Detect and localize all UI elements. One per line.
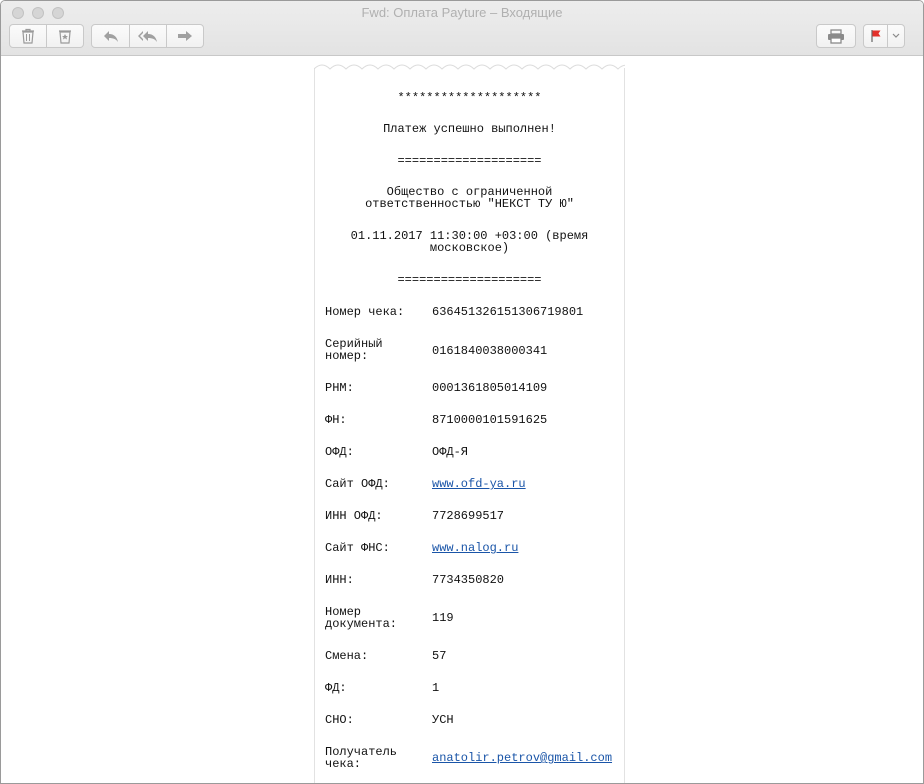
chevron-down-icon [892, 33, 900, 38]
window-title: Fwd: Оплата Payture – Входящие [361, 5, 563, 20]
reply-all-icon [138, 31, 157, 42]
trash-icon [22, 28, 34, 44]
fn-value: 8710000101591625 [432, 413, 548, 427]
receipt-label: Сайт ФНС: [325, 541, 390, 555]
flag-menu-button[interactable] [888, 24, 905, 48]
receipt-divider: ==================== [397, 154, 542, 168]
receipt: ******************** Платеж успешно выпо… [314, 64, 625, 783]
receipt-divider: ==================== [397, 273, 542, 287]
tax-system-value: УСН [432, 713, 454, 727]
company-name: Общество с ограниченной ответственностью… [365, 185, 574, 211]
flag-icon [870, 30, 880, 42]
receipt-label: СНО: [325, 713, 354, 727]
reply-all-button[interactable] [130, 24, 167, 48]
receipt-label: ИНН ОФД: [325, 509, 383, 523]
receipt-label: Смена: [325, 649, 369, 663]
receipt-label: ФД: [325, 681, 347, 695]
receipt-number: 636451326151306719801 [432, 305, 584, 319]
forward-button[interactable] [167, 24, 204, 48]
fns-site-link[interactable]: www.nalog.ru [432, 542, 518, 554]
payment-status: Платеж успешно выполнен! [383, 122, 556, 136]
receipt-label: Получатель чека: [325, 745, 398, 771]
serial-number: 0161840038000341 [432, 344, 548, 358]
toolbar: Fwd: Оплата Payture – Входящие [1, 1, 923, 56]
reply-icon [103, 31, 118, 42]
reply-button[interactable] [91, 24, 130, 48]
document-number: 119 [432, 611, 454, 625]
shift-value: 57 [432, 649, 447, 663]
mail-window: Fwd: Оплата Payture – Входящие *********… [0, 0, 924, 784]
receipt-label: ИНН: [325, 573, 354, 587]
receipt-label: РНМ: [325, 381, 354, 395]
message-body: ******************** Платеж успешно выпо… [1, 56, 923, 783]
fd-value: 1 [432, 681, 440, 695]
print-button[interactable] [816, 24, 856, 48]
receipt-datetime: 01.11.2017 11:30:00 +03:00 (время москов… [350, 229, 589, 255]
receipt-label: ОФД: [325, 445, 354, 459]
recipient-email-link[interactable]: anatolir.petrov@gmail.com [432, 752, 612, 764]
inn-value: 7734350820 [432, 573, 505, 587]
rnm-value: 0001361805014109 [432, 381, 548, 395]
forward-icon [178, 31, 192, 41]
receipt-label: Серийный номер: [325, 337, 383, 363]
junk-icon [59, 30, 71, 44]
delete-button[interactable] [9, 24, 47, 48]
receipt-label: Номер чека: [325, 305, 405, 319]
ofd-site-link[interactable]: www.ofd-ya.ru [432, 478, 526, 490]
receipt-stars: ******************** [397, 91, 542, 105]
receipt-label: ФН: [325, 413, 347, 427]
ofd-inn-value: 7728699517 [432, 509, 505, 523]
receipt-torn-edge [314, 64, 625, 70]
junk-button[interactable] [47, 24, 84, 48]
flag-button[interactable] [863, 24, 888, 48]
receipt-label: Номер документа: [325, 605, 398, 631]
receipt-label: Сайт ОФД: [325, 477, 390, 491]
ofd-value: ОФД-Я [432, 445, 469, 459]
printer-icon [828, 28, 844, 44]
